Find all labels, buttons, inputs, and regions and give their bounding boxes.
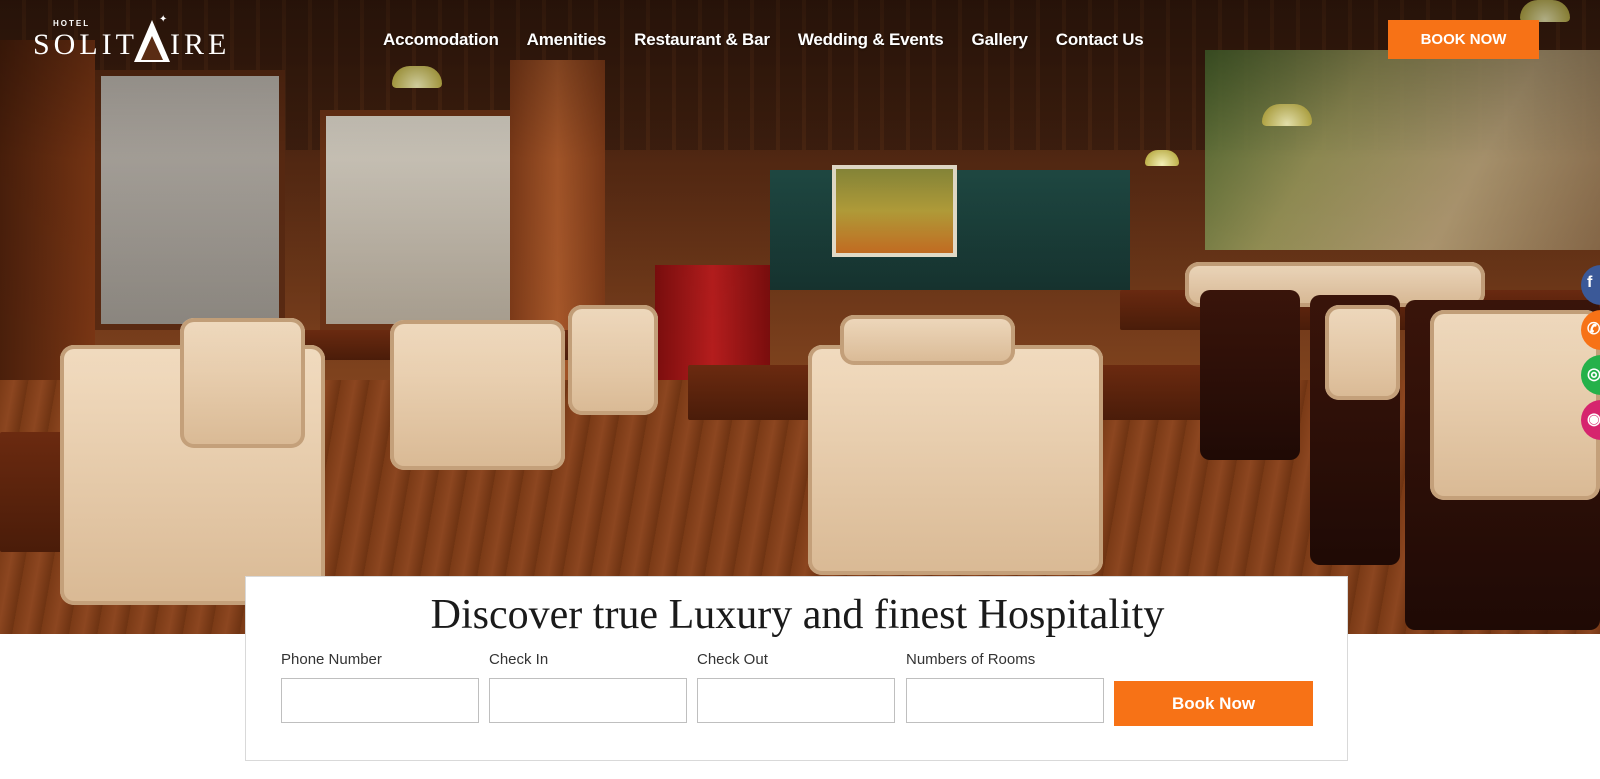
- whatsapp-icon[interactable]: ◎: [1581, 355, 1600, 395]
- phone-field-group: Phone Number: [281, 651, 481, 723]
- logo-hotel-text: HOTEL: [53, 19, 91, 28]
- check-out-label: Check Out: [697, 651, 768, 668]
- rooms-label: Numbers of Rooms: [906, 651, 1036, 668]
- nav-gallery[interactable]: Gallery: [972, 30, 1028, 54]
- logo-star-icon: ✦: [159, 14, 168, 25]
- phone-icon[interactable]: ✆: [1581, 310, 1600, 350]
- nav-amenities[interactable]: Amenities: [527, 30, 607, 54]
- book-now-button[interactable]: Book Now: [1114, 681, 1313, 726]
- instagram-icon[interactable]: ◉: [1581, 400, 1600, 440]
- main-nav: Accomodation Amenities Restaurant & Bar …: [383, 30, 1172, 54]
- nav-wedding-events[interactable]: Wedding & Events: [798, 30, 944, 54]
- nav-restaurant-bar[interactable]: Restaurant & Bar: [634, 30, 770, 54]
- facebook-icon[interactable]: f: [1581, 265, 1600, 305]
- booking-headline: Discover true Luxury and finest Hospital…: [430, 592, 1165, 638]
- hero-image: [0, 0, 1600, 634]
- logo-name-left: SOLIT: [33, 28, 138, 61]
- rooms-field-group: Numbers of Rooms: [906, 651, 1106, 723]
- check-out-field-group: Check Out: [697, 651, 897, 723]
- booking-card: Discover true Luxury and finest Hospital…: [245, 576, 1348, 761]
- check-out-input[interactable]: [697, 678, 895, 723]
- rooms-input[interactable]: [906, 678, 1104, 723]
- phone-label: Phone Number: [281, 651, 382, 668]
- book-now-header-button[interactable]: BOOK NOW: [1388, 20, 1539, 59]
- logo-peak-inner: [141, 36, 163, 60]
- phone-input[interactable]: [281, 678, 479, 723]
- logo-name-right: IRE: [170, 28, 231, 61]
- hero-overlay: [0, 0, 1600, 634]
- check-in-input[interactable]: [489, 678, 687, 723]
- nav-contact-us[interactable]: Contact Us: [1056, 30, 1144, 54]
- nav-accomodation[interactable]: Accomodation: [383, 30, 499, 54]
- check-in-field-group: Check In: [489, 651, 689, 723]
- social-float-bar: f ✆ ◎ ◉: [1581, 265, 1600, 445]
- hotel-logo[interactable]: HOTEL SOLIT ✦ IRE: [33, 14, 226, 66]
- check-in-label: Check In: [489, 651, 549, 668]
